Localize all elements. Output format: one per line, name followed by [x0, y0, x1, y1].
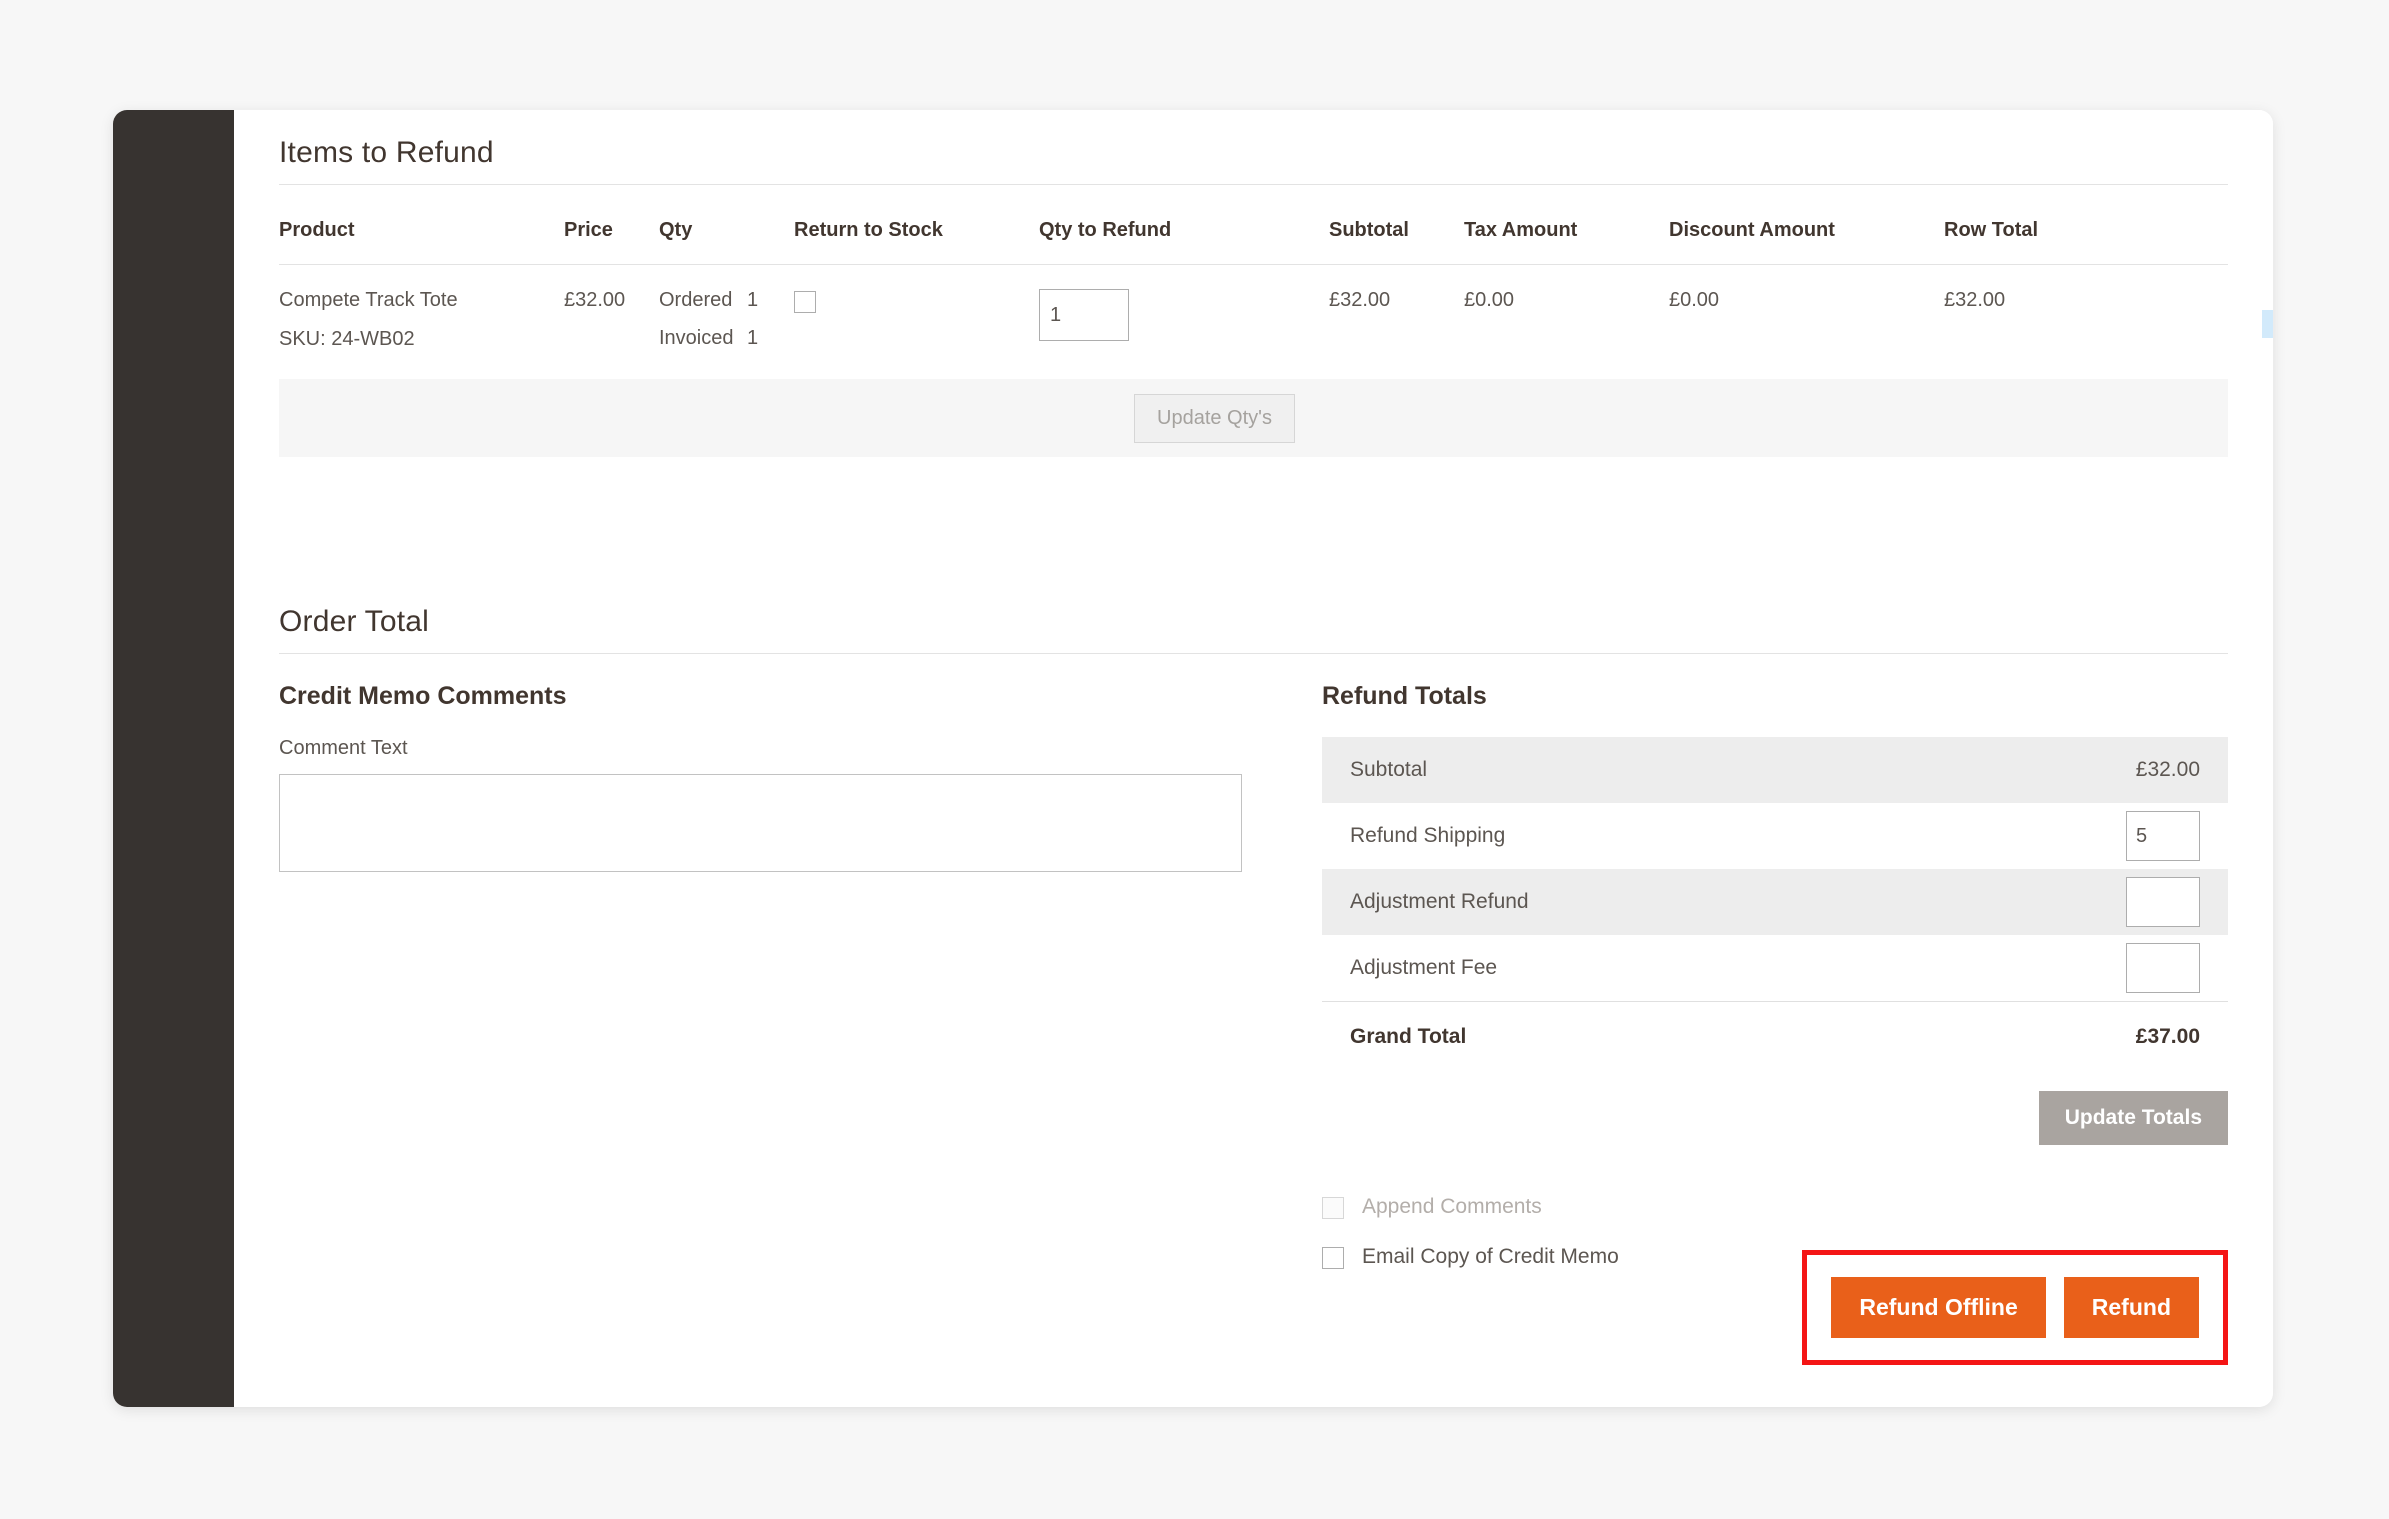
totals-row-adjustment-refund: Adjustment Refund [1322, 869, 2228, 935]
cell-qty: Ordered 1 Invoiced 1 [659, 265, 794, 380]
totals-row-refund-shipping: Refund Shipping [1322, 803, 2228, 869]
column-header-qty-to-refund: Qty to Refund [1039, 185, 1329, 265]
update-qtys-button[interactable]: Update Qty's [1134, 393, 1295, 443]
column-header-tax-amount: Tax Amount [1464, 185, 1669, 265]
cell-return-to-stock [794, 265, 1039, 380]
qty-to-refund-input[interactable] [1039, 289, 1129, 341]
qty-invoiced-label: Invoiced [659, 327, 734, 349]
refund-totals-heading: Refund Totals [1322, 682, 1487, 710]
adjustment-fee-input[interactable] [2126, 942, 2200, 993]
items-to-refund-title: Items to Refund [279, 110, 2228, 185]
column-header-qty: Qty [659, 185, 794, 265]
refund-actions-highlight: Refund Offline Refund [1802, 1250, 2228, 1365]
refund-button[interactable]: Refund [2063, 1277, 2199, 1338]
email-copy-checkbox[interactable] [1322, 1247, 1344, 1269]
cell-qty-to-refund [1039, 265, 1329, 380]
cell-tax-amount: £0.00 [1464, 289, 1515, 311]
refund-totals-panel: Refund Totals Subtotal £32.00 Refund Shi… [1322, 682, 2228, 1295]
totals-value-refund-shipping [1905, 803, 2228, 869]
qty-ordered-line: Ordered 1 [659, 289, 794, 312]
append-comments-row[interactable]: Append Comments [1322, 1195, 2228, 1219]
order-total-section: Order Total Credit Memo Comments Comment… [279, 579, 2228, 1295]
column-header-row-total: Row Total [1944, 185, 2228, 265]
order-total-columns: Credit Memo Comments Comment Text Refund… [279, 682, 2228, 1295]
adjustment-refund-input[interactable] [2126, 877, 2200, 927]
cell-row-total: £32.00 [1944, 289, 2006, 311]
totals-label-adjustment-refund: Adjustment Refund [1322, 869, 1905, 935]
column-header-product: Product [279, 185, 564, 265]
append-comments-label: Append Comments [1362, 1195, 1542, 1218]
column-header-price: Price [564, 185, 659, 265]
column-header-return-to-stock: Return to Stock [794, 185, 1039, 265]
column-header-subtotal: Subtotal [1329, 185, 1464, 265]
email-copy-label: Email Copy of Credit Memo [1362, 1245, 1619, 1268]
product-sku: SKU: 24-WB02 [279, 328, 415, 350]
refund-totals-table: Subtotal £32.00 Refund Shipping 5 Adjust… [1322, 737, 2228, 1073]
order-total-title: Order Total [279, 579, 2228, 654]
page-root: Items to Refund Product Price Qty Return… [0, 0, 2389, 1519]
admin-sidebar[interactable] [113, 110, 234, 1407]
qty-ordered-value: 1 [747, 289, 759, 311]
credit-memo-comments-panel: Credit Memo Comments Comment Text [279, 682, 1242, 1295]
totals-value-adjustment-refund [1904, 869, 2228, 935]
return-to-stock-checkbox[interactable] [794, 291, 816, 313]
table-header-row: Product Price Qty Return to Stock Qty to… [279, 185, 2228, 265]
update-totals-button[interactable]: Update Totals [2038, 1091, 2228, 1145]
column-header-discount-amount: Discount Amount [1669, 185, 1944, 265]
grand-total-value: £37.00 [1904, 1000, 2228, 1073]
totals-label-subtotal: Subtotal [1322, 737, 1905, 803]
totals-value-adjustment-fee [1905, 935, 2228, 1001]
qty-ordered-label: Ordered [659, 289, 733, 311]
qty-invoiced-value: 1 [747, 327, 759, 349]
comment-text-textarea[interactable] [279, 774, 1242, 872]
totals-actions: Update Totals [1322, 1091, 2228, 1145]
totals-row-subtotal: Subtotal £32.00 [1322, 737, 2228, 803]
items-to-refund-table: Product Price Qty Return to Stock Qty to… [279, 185, 2228, 379]
totals-row-grand-total: Grand Total £37.00 [1322, 1000, 2228, 1073]
refund-shipping-input[interactable] [2126, 811, 2200, 861]
cell-product: Compete Track Tote SKU: 24-WB02 [279, 265, 564, 380]
refund-offline-button[interactable]: Refund Offline [1831, 1277, 2046, 1338]
totals-label-adjustment-fee: Adjustment Fee [1350, 955, 1498, 979]
totals-value-subtotal: £32.00 [1904, 737, 2228, 803]
qty-invoiced-line: Invoiced 1 [659, 327, 794, 350]
append-comments-checkbox[interactable] [1322, 1197, 1344, 1219]
update-qty-bar: Update Qty's [279, 379, 2228, 457]
product-name: Compete Track Tote [279, 289, 458, 311]
cell-subtotal: £32.00 [1329, 289, 1391, 311]
admin-panel-card: Items to Refund Product Price Qty Return… [113, 110, 2273, 1407]
grand-total-label: Grand Total [1322, 1000, 1905, 1073]
comment-text-label: Comment Text [279, 737, 408, 759]
table-row: Compete Track Tote SKU: 24-WB02 £32.00 O… [279, 265, 2228, 380]
totals-label-refund-shipping: Refund Shipping [1350, 824, 1506, 847]
credit-memo-comments-heading: Credit Memo Comments [279, 682, 567, 710]
page-content: Items to Refund Product Price Qty Return… [234, 110, 2273, 1407]
totals-row-adjustment-fee: Adjustment Fee [1322, 935, 2228, 1001]
cell-discount-amount: £0.00 [1669, 289, 1720, 311]
scrollbar-thumb[interactable] [2262, 310, 2273, 338]
cell-price: £32.00 [564, 289, 626, 311]
